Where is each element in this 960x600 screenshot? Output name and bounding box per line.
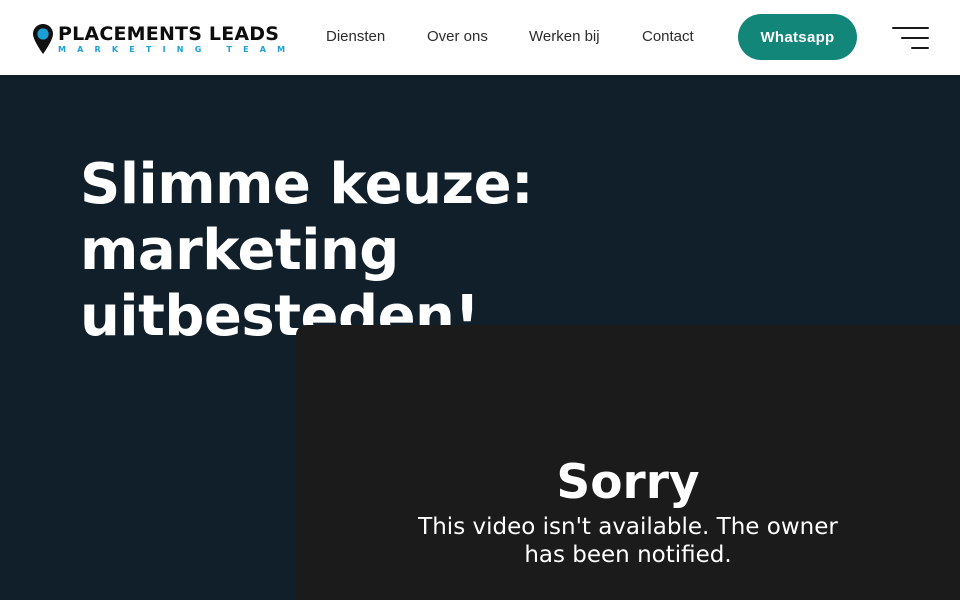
video-error-heading: Sorry <box>556 455 700 510</box>
logo-tagline: MARKETING TEAM <box>58 45 297 54</box>
site-logo[interactable]: PLACEMENTS LEADS MARKETING TEAM <box>33 24 296 55</box>
hamburger-menu-icon[interactable] <box>892 27 929 49</box>
nav-item-contact[interactable]: Contact <box>642 28 694 45</box>
whatsapp-button[interactable]: Whatsapp <box>738 14 857 60</box>
video-error-message: This video isn't available. The owner ha… <box>418 514 838 568</box>
site-header: PLACEMENTS LEADS MARKETING TEAM Diensten… <box>0 0 960 75</box>
nav-item-werken-bij[interactable]: Werken bij <box>529 28 600 45</box>
logo-wordmark: PLACEMENTS LEADS <box>58 23 280 45</box>
nav-item-over-ons[interactable]: Over ons <box>427 28 488 45</box>
map-pin-icon <box>33 24 53 54</box>
video-player[interactable]: Sorry This video isn't available. The ow… <box>296 325 960 600</box>
nav-item-diensten[interactable]: Diensten <box>326 28 385 45</box>
hero-title: Slimme keuze: marketing uitbesteden! <box>80 152 840 350</box>
hero-title-line-1: Slimme keuze: marketing <box>80 152 533 283</box>
